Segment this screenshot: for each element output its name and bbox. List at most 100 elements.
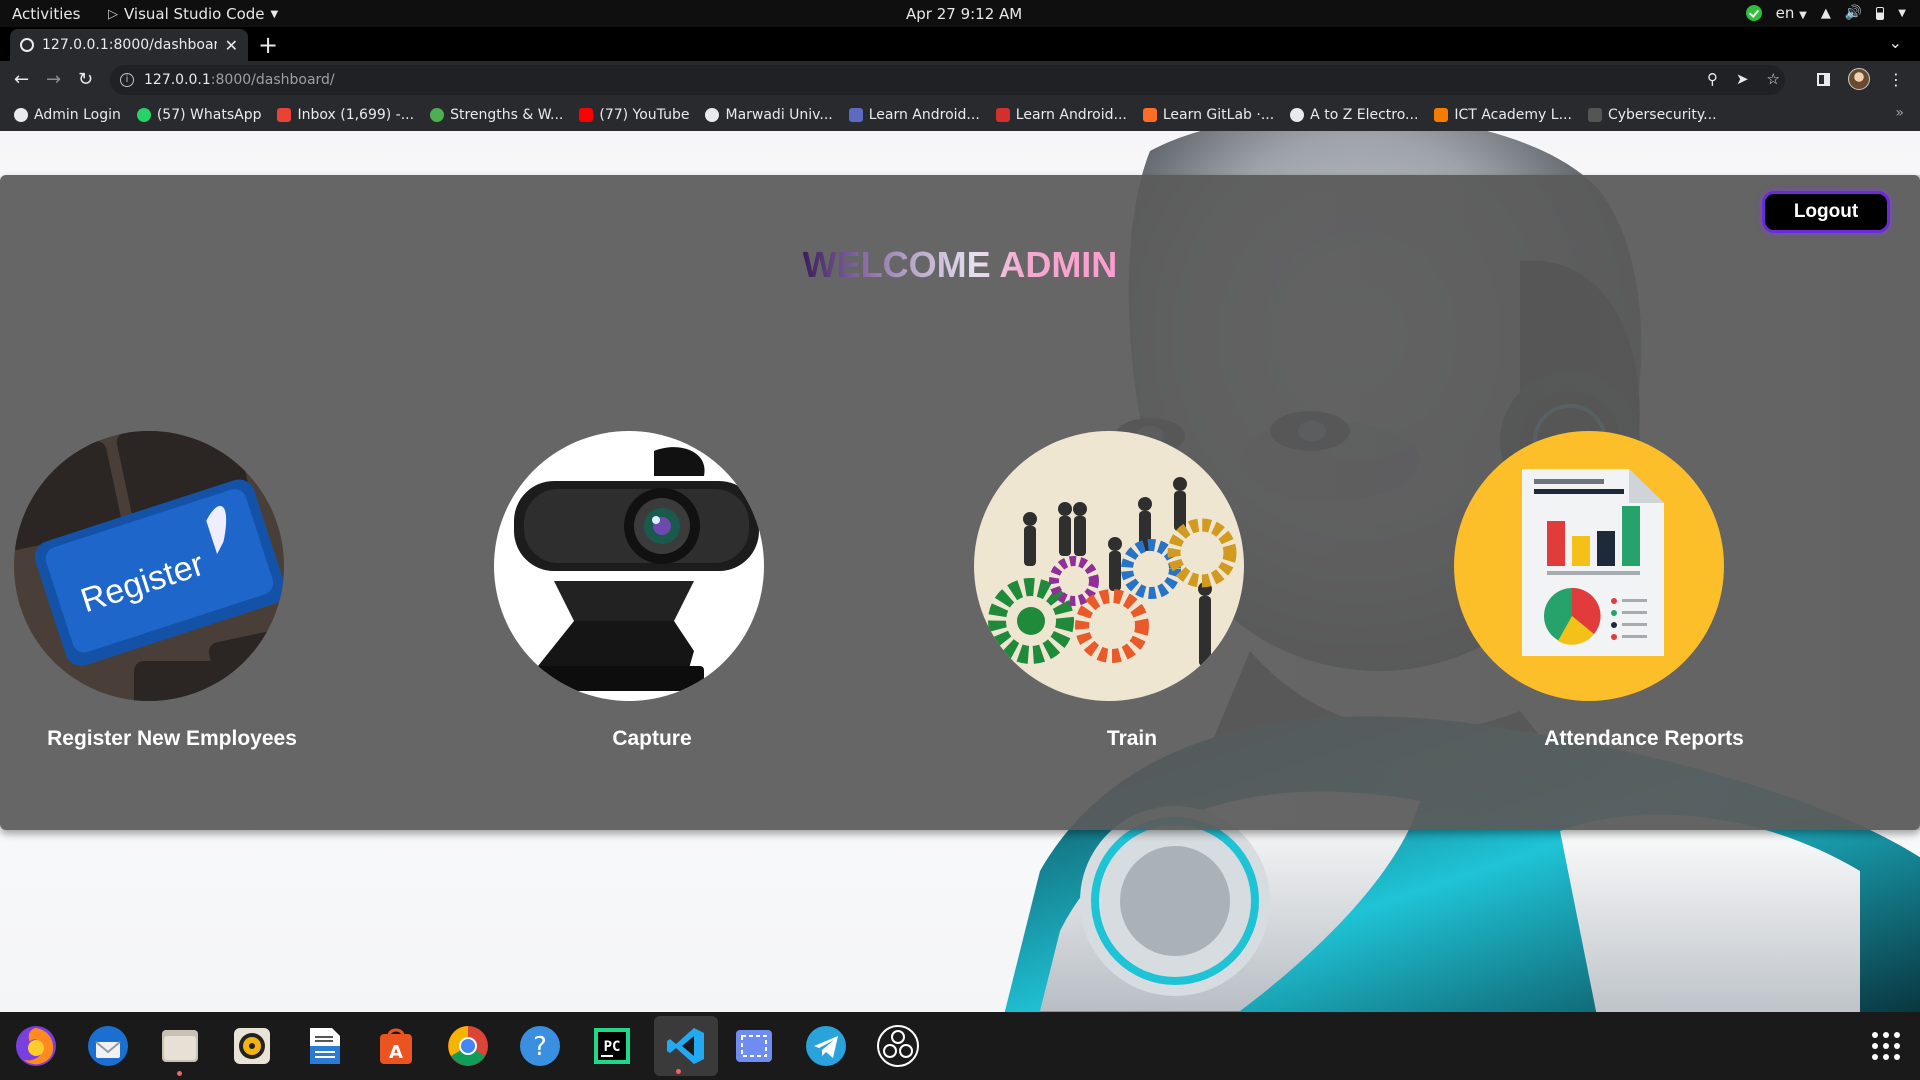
whatsapp-icon <box>136 108 151 122</box>
strengths-icon <box>430 108 445 122</box>
profile-avatar[interactable] <box>1848 68 1870 90</box>
svg-text:?: ? <box>533 1032 547 1062</box>
bookmark-label: Marwadi Univ... <box>725 107 833 123</box>
send-icon[interactable]: ➤ <box>1736 70 1749 88</box>
toolbar-right: ⋮ <box>1817 68 1904 90</box>
register-card-label[interactable]: Register New Employees <box>0 727 382 751</box>
globe-icon <box>20 38 34 52</box>
app-menu-label: Visual Studio Code <box>124 5 265 23</box>
running-indicator <box>177 1071 182 1076</box>
chevron-down-icon: ▼ <box>270 8 279 20</box>
kebab-menu-icon[interactable]: ⋮ <box>1888 70 1904 89</box>
screenshot-icon[interactable] <box>730 1022 778 1070</box>
battery-icon[interactable] <box>1876 6 1885 20</box>
bookmark-label: Inbox (1,699) -... <box>297 107 415 123</box>
bookmark-admin-login[interactable]: Admin Login <box>14 107 121 123</box>
files-icon[interactable] <box>156 1022 204 1076</box>
obs-icon[interactable] <box>874 1022 922 1070</box>
attendance-card-label[interactable]: Attendance Reports <box>1434 727 1854 751</box>
chrome-icon[interactable] <box>444 1022 492 1070</box>
bookmark-label: Cybersecurity... <box>1607 107 1717 123</box>
url-text: 127.0.0.1:8000/dashboard/ <box>144 72 335 88</box>
app-center-icon[interactable]: A <box>372 1022 420 1070</box>
url-host: 127.0.0.1 <box>144 72 211 88</box>
gmail-icon <box>277 108 292 122</box>
bookmark-label: (57) WhatsApp <box>156 107 262 123</box>
bookmark-atoz[interactable]: A to Z Electro... <box>1290 107 1418 123</box>
logout-button[interactable]: Logout <box>1762 191 1890 233</box>
browser-toolbar: ← → ↻ i 127.0.0.1:8000/dashboard/ ⚲ ➤ ☆ … <box>0 61 1920 99</box>
bookmark-label: Admin Login <box>34 107 121 123</box>
thunderbird-icon[interactable] <box>84 1022 132 1070</box>
welcome-text: WELCOME ADMIN <box>802 244 1118 285</box>
help-icon[interactable]: ? <box>516 1022 564 1070</box>
chevron-down-icon: ▼ <box>1799 10 1807 21</box>
system-top-bar: Activities ▷ Visual Studio Code ▼ Apr 27… <box>0 0 1920 27</box>
clock[interactable]: Apr 27 9:12 AM <box>906 5 1022 23</box>
update-check-icon[interactable] <box>1745 5 1762 21</box>
capture-card-label[interactable]: Capture <box>442 727 862 751</box>
register-key-icon: Register <box>14 431 284 701</box>
system-tray[interactable]: en ▼ ▲ 🔊 ▼ <box>1745 4 1906 22</box>
zoom-icon[interactable]: ⚲ <box>1707 70 1718 88</box>
gitlab-icon <box>1142 108 1157 122</box>
address-bar[interactable]: i 127.0.0.1:8000/dashboard/ <box>110 65 1785 95</box>
ict-icon <box>1434 108 1449 122</box>
bookmark-learn-android-2[interactable]: Learn Android... <box>995 107 1127 123</box>
bookmark-strengths[interactable]: Strengths & W... <box>430 107 563 123</box>
star-icon[interactable]: ☆ <box>1767 70 1780 88</box>
bookmark-marwadi[interactable]: Marwadi Univ... <box>705 107 833 123</box>
url-path: :8000/dashboard/ <box>210 72 335 88</box>
network-icon[interactable]: ▲ <box>1821 6 1831 21</box>
firefox-icon[interactable] <box>12 1022 60 1070</box>
browser-tab[interactable]: 127.0.0.1:8000/dashboard/ ✕ <box>10 29 248 61</box>
globe-icon <box>1290 108 1305 122</box>
bookmark-label: ICT Academy L... <box>1454 107 1572 123</box>
close-icon[interactable]: ✕ <box>225 36 238 55</box>
new-tab-button[interactable]: + <box>258 31 278 59</box>
bookmarks-overflow-icon[interactable]: » <box>1895 105 1904 121</box>
train-card[interactable] <box>974 431 1244 701</box>
forward-arrow-icon[interactable]: → <box>46 69 61 90</box>
globe-icon <box>14 108 28 122</box>
side-panel-icon[interactable] <box>1817 72 1830 86</box>
attendance-card[interactable] <box>1454 431 1724 701</box>
android-course-icon <box>848 108 863 122</box>
chevron-down-icon[interactable]: ▼ <box>1898 8 1906 19</box>
pycharm-icon[interactable]: PC <box>588 1022 636 1070</box>
volume-icon[interactable]: 🔊 <box>1845 5 1862 21</box>
tab-title: 127.0.0.1:8000/dashboard/ <box>42 37 217 53</box>
site-info-icon[interactable]: i <box>120 73 134 87</box>
writer-icon[interactable] <box>300 1022 348 1070</box>
gears-people-icon <box>974 431 1244 701</box>
cyber-icon <box>1587 108 1602 122</box>
android-course-icon <box>995 108 1010 122</box>
back-arrow-icon[interactable]: ← <box>14 69 29 90</box>
bookmark-cyber[interactable]: Cybersecurity... <box>1587 107 1717 123</box>
bookmark-ict[interactable]: ICT Academy L... <box>1434 107 1572 123</box>
vscode-icon[interactable] <box>654 1016 718 1076</box>
dock: A ? PC <box>0 1012 1920 1080</box>
rhythmbox-icon[interactable] <box>228 1022 276 1070</box>
telegram-icon[interactable] <box>802 1022 850 1070</box>
bookmark-label: A to Z Electro... <box>1310 107 1419 123</box>
register-card[interactable]: Register <box>14 431 284 701</box>
capture-card[interactable] <box>494 431 764 701</box>
bookmark-whatsapp[interactable]: (57) WhatsApp <box>136 107 262 123</box>
show-applications-icon[interactable] <box>1872 1032 1900 1060</box>
reload-icon[interactable]: ↻ <box>78 69 93 90</box>
bookmark-gitlab[interactable]: Learn GitLab ·... <box>1142 107 1274 123</box>
bookmark-learn-android-1[interactable]: Learn Android... <box>848 107 980 123</box>
language-indicator[interactable]: en ▼ <box>1776 4 1807 22</box>
bookmark-label: Strengths & W... <box>450 107 564 123</box>
train-card-label[interactable]: Train <box>922 727 1342 751</box>
globe-icon <box>705 108 720 122</box>
tab-search-chevron-icon[interactable]: ⌄ <box>1889 33 1902 52</box>
bookmark-youtube[interactable]: (77) YouTube <box>579 107 689 123</box>
activities-button[interactable]: Activities <box>12 5 80 23</box>
tab-strip: 127.0.0.1:8000/dashboard/ ✕ + ⌄ <box>0 27 1920 61</box>
report-icon <box>1454 431 1724 701</box>
app-menu[interactable]: ▷ Visual Studio Code ▼ <box>108 5 278 23</box>
bookmark-inbox[interactable]: Inbox (1,699) -... <box>277 107 414 123</box>
youtube-icon <box>579 108 594 122</box>
